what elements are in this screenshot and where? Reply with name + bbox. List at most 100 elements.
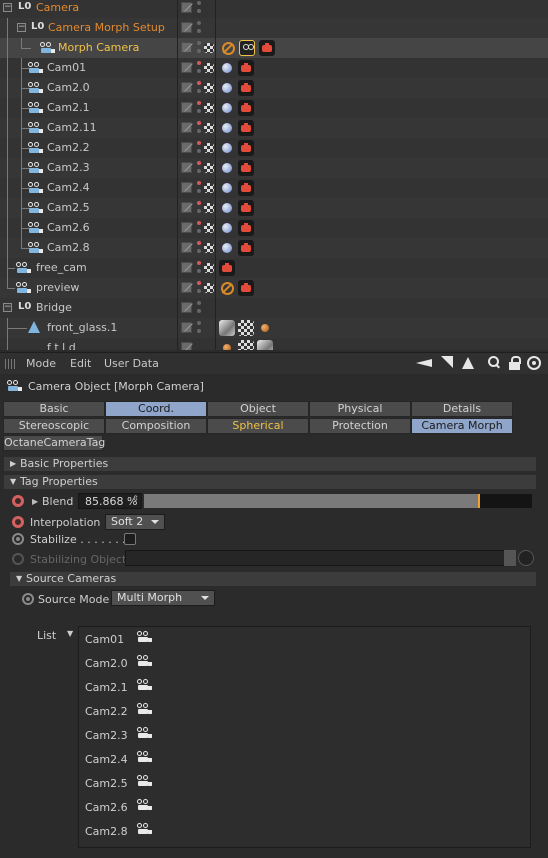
tab-spherical[interactable]: Spherical: [207, 418, 309, 434]
stabilize-label: Stabilize . . . . . . . .: [30, 533, 133, 546]
om-row-cam[interactable]: Cam2.11: [0, 118, 548, 138]
tab-basic[interactable]: Basic: [3, 401, 105, 417]
om-row-label: Cam2.3: [47, 161, 90, 174]
material-tag-icon[interactable]: [257, 320, 273, 336]
section-source-cameras[interactable]: ▼ Source Cameras: [10, 572, 536, 586]
target-icon[interactable]: [527, 356, 541, 370]
octane-camera-tag-icon[interactable]: [238, 100, 254, 116]
source-mode-dropdown[interactable]: Multi Morph: [111, 590, 215, 606]
octane-camera-tag-icon[interactable]: [238, 120, 254, 136]
material-ball-icon[interactable]: [219, 100, 235, 116]
octane-camera-tag-icon[interactable]: [238, 160, 254, 176]
om-row-cam[interactable]: Cam2.3: [0, 158, 548, 178]
tab-object[interactable]: Object: [207, 401, 309, 417]
material-ball-icon[interactable]: [219, 240, 235, 256]
keyframe-icon[interactable]: [12, 533, 24, 545]
om-row-partial[interactable]: f t l d: [0, 338, 548, 350]
uvw-tag-icon[interactable]: [238, 320, 254, 336]
om-row-camera-morph-setup[interactable]: − L0 Camera Morph Setup: [0, 18, 548, 38]
om-row-bridge[interactable]: − L0 Bridge: [0, 298, 548, 318]
om-row-cam[interactable]: Cam2.6: [0, 218, 548, 238]
material-ball-icon[interactable]: [219, 80, 235, 96]
collapse-icon[interactable]: −: [3, 303, 12, 312]
up-icon[interactable]: [461, 356, 475, 370]
octane-camera-tag-icon[interactable]: [219, 260, 235, 276]
material-ball-icon[interactable]: [219, 160, 235, 176]
material-ball-icon[interactable]: [219, 200, 235, 216]
om-row-cam[interactable]: Cam01: [0, 58, 548, 78]
tab-details[interactable]: Details: [411, 401, 513, 417]
octane-camera-tag-icon[interactable]: [238, 240, 254, 256]
blend-slider[interactable]: [144, 494, 532, 508]
om-row-cam[interactable]: Cam2.2: [0, 138, 548, 158]
octane-camera-tag-icon[interactable]: [259, 40, 275, 56]
collapse-icon[interactable]: −: [17, 23, 26, 32]
uvw-tag-icon[interactable]: [238, 340, 254, 350]
camera-icon: [135, 775, 153, 787]
octane-camera-tag-icon[interactable]: [238, 140, 254, 156]
octane-camera-tag-icon[interactable]: [238, 180, 254, 196]
section-tag-properties[interactable]: ▼ Tag Properties: [4, 475, 536, 489]
tab-coord[interactable]: Coord.: [105, 401, 207, 417]
om-row-preview[interactable]: preview: [0, 278, 548, 298]
grip-icon[interactable]: [5, 359, 17, 369]
tab-physical[interactable]: Physical: [309, 401, 411, 417]
menu-mode[interactable]: Mode: [26, 357, 56, 370]
om-row-label: Cam2.0: [47, 81, 90, 94]
material-ball-icon[interactable]: [219, 120, 235, 136]
om-row-label: f t l d: [47, 341, 76, 350]
tab-stereoscopic[interactable]: Stereoscopic: [3, 418, 105, 434]
om-row-cam[interactable]: Cam2.5: [0, 198, 548, 218]
search-icon[interactable]: [487, 356, 501, 370]
om-row-morph-camera[interactable]: Morph Camera: [0, 38, 548, 58]
tab-octane-camera-tag[interactable]: OctaneCameraTag: [3, 435, 105, 451]
material-tag-icon[interactable]: [219, 340, 235, 350]
camera-icon: [135, 751, 153, 763]
camera-morph-tag-icon[interactable]: [239, 40, 255, 56]
lock-icon[interactable]: [508, 356, 522, 370]
octane-camera-tag-icon[interactable]: [238, 60, 254, 76]
texture-tag-icon[interactable]: [257, 340, 273, 350]
section-basic-properties[interactable]: ▶ Basic Properties: [4, 457, 536, 471]
tab-camera-morph[interactable]: Camera Morph: [411, 418, 513, 434]
source-camera-list[interactable]: Cam01 Cam2.0 Cam2.1 Cam2.2 Cam2.3 Cam2.4…: [78, 626, 531, 848]
blend-field[interactable]: 85.868 % ⇕: [78, 493, 142, 509]
om-row-cam[interactable]: Cam2.8: [0, 238, 548, 258]
no-render-tag-icon[interactable]: [219, 280, 235, 296]
material-ball-icon[interactable]: [219, 140, 235, 156]
stabilize-checkbox[interactable]: [124, 533, 136, 545]
octane-camera-tag-icon[interactable]: [238, 80, 254, 96]
om-row-cam[interactable]: Cam2.4: [0, 178, 548, 198]
material-ball-icon[interactable]: [219, 180, 235, 196]
om-row-label: Cam2.11: [47, 121, 97, 134]
menu-user-data[interactable]: User Data: [104, 357, 159, 370]
om-row-camera[interactable]: − L0 Camera: [0, 0, 548, 18]
tab-composition[interactable]: Composition: [105, 418, 207, 434]
interpolation-dropdown[interactable]: Soft 2: [105, 514, 165, 530]
keyframe-icon[interactable]: [12, 495, 24, 507]
no-render-tag-icon[interactable]: [220, 40, 236, 56]
om-row-free-cam[interactable]: free_cam: [0, 258, 548, 278]
list-menu-arrow-icon[interactable]: ▼: [67, 629, 73, 638]
spinner-arrows-icon[interactable]: ⇕: [132, 494, 139, 503]
texture-tag-icon[interactable]: [219, 320, 235, 336]
material-ball-icon[interactable]: [219, 60, 235, 76]
camera-icon: [135, 727, 153, 739]
camera-icon: [26, 122, 44, 134]
back-icon[interactable]: [416, 356, 432, 370]
om-row-cam[interactable]: Cam2.1: [0, 98, 548, 118]
material-ball-icon[interactable]: [219, 220, 235, 236]
arrow-icon[interactable]: [441, 356, 455, 370]
collapse-icon[interactable]: −: [3, 3, 12, 12]
keyframe-icon[interactable]: [22, 593, 34, 605]
menu-edit[interactable]: Edit: [70, 357, 91, 370]
null-object-icon: L0: [18, 1, 32, 12]
octane-camera-tag-icon[interactable]: [238, 220, 254, 236]
expand-arrow-icon[interactable]: ▶: [32, 497, 38, 506]
keyframe-icon[interactable]: [12, 516, 24, 528]
om-row-cam[interactable]: Cam2.0: [0, 78, 548, 98]
octane-camera-tag-icon[interactable]: [238, 280, 254, 296]
tab-protection[interactable]: Protection: [309, 418, 411, 434]
octane-camera-tag-icon[interactable]: [238, 200, 254, 216]
om-row-front-glass[interactable]: front_glass.1: [0, 318, 548, 338]
